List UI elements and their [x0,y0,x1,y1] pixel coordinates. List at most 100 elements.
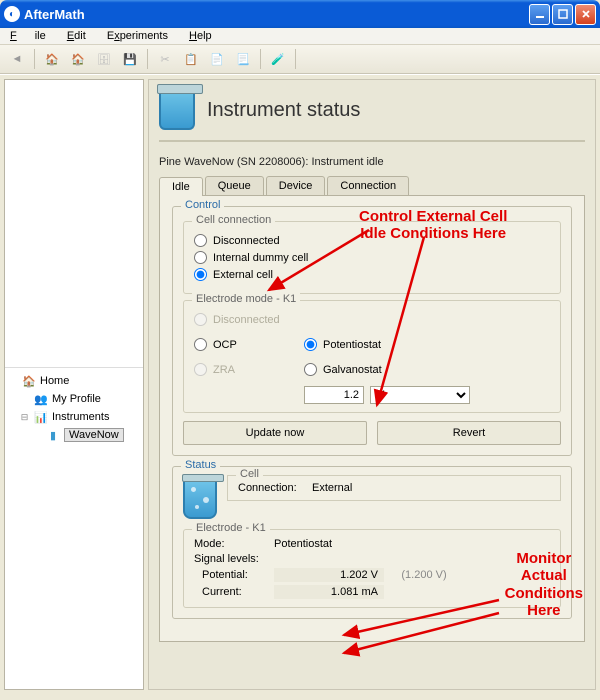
potential-target: (1.200 V) [384,569,464,581]
radio-galvanostat[interactable]: Galvanostat [304,363,550,376]
tree-upper-empty [5,80,143,368]
tab-connection[interactable]: Connection [327,176,409,195]
page-header: Instrument status [159,86,585,142]
instruments-icon: 📊 [33,409,49,425]
radio-label: Internal dummy cell [213,252,308,264]
radio-label: Potentiostat [323,339,381,351]
current-label: Current: [194,586,274,598]
page-title: Instrument status [207,99,360,122]
revert-button[interactable]: Revert [377,421,561,445]
radio-label: Galvanostat [323,364,382,376]
mode-value: Potentiostat [274,538,464,550]
tab-device[interactable]: Device [266,176,326,195]
setpoint-unit-select[interactable]: V [370,386,470,404]
potential-label: Potential: [194,569,274,581]
status-group: Status Cell Connection: External [172,466,572,619]
beaker-icon [159,90,195,130]
profile-icon: 👥 [33,391,49,407]
radio-label: Disconnected [213,235,280,247]
status-electrode-legend: Electrode - K1 [192,522,270,534]
radio-label: OCP [213,339,237,351]
mode-label: Mode: [194,538,274,550]
back-button[interactable]: ◄ [6,48,28,70]
main-panel: Instrument status Pine WaveNow (SN 22080… [148,79,596,690]
instrument-status-line: Pine WaveNow (SN 2208006): Instrument id… [159,156,585,168]
toolbar: ◄ 🏠 🏠 🗄 💾 ✂ 📋 📄 📃 🧪 [0,45,600,74]
copy-icon[interactable]: 📋 [180,48,202,70]
tab-idle[interactable]: Idle [159,177,203,196]
beaker-icon: ▮ [45,427,61,443]
menu-experiments[interactable]: Experiments [107,30,168,42]
electrode-mode-legend: Electrode mode - K1 [192,293,300,305]
electrode-mode-group: Electrode mode - K1 Disconnected OCP [183,300,561,413]
status-cell-box: Cell Connection: External [227,475,561,501]
beaker-icon [183,479,217,519]
radio-external-cell[interactable]: External cell [194,268,550,281]
radio-zra: ZRA [194,363,304,376]
connection-value: External [312,482,352,494]
db-icon[interactable]: 🗄 [93,48,115,70]
update-now-button[interactable]: Update now [183,421,367,445]
control-legend: Control [181,199,224,211]
status-electrode-box: Electrode - K1 Mode: Potentiostat Signal… [183,529,561,608]
home-star-icon[interactable]: 🏠 [67,48,89,70]
cell-connection-group: Cell connection Disconnected Internal du… [183,221,561,294]
radio-input[interactable] [304,363,317,376]
menu-help[interactable]: Help [189,30,212,42]
radio-potentiostat[interactable]: Potentiostat [304,338,550,351]
status-cell-legend: Cell [236,468,263,480]
menu-edit[interactable]: Edit [67,30,86,42]
tree-label: Instruments [52,411,109,423]
tree-label: My Profile [52,393,101,405]
app-icon: ◐ [4,6,20,22]
radio-label: Disconnected [213,314,280,326]
maximize-button[interactable] [552,4,573,25]
tree-label: Home [40,375,69,387]
tree-home[interactable]: 🏠 Home [7,372,141,390]
paste-icon[interactable]: 📄 [206,48,228,70]
tree-my-profile[interactable]: 👥 My Profile [7,390,141,408]
control-group: Control Cell connection Disconnected Int… [172,206,572,456]
radio-input[interactable] [194,251,207,264]
radio-input[interactable] [304,338,317,351]
status-legend: Status [181,459,220,471]
radio-input [194,363,207,376]
menu-bar: File Edit Experiments Help [0,28,600,45]
radio-input[interactable] [194,268,207,281]
tab-bar: Idle Queue Device Connection [159,176,585,196]
radio-input[interactable] [194,234,207,247]
minimize-button[interactable] [529,4,550,25]
menu-file[interactable]: File [10,30,46,42]
current-value: 1.081 mA [274,585,384,599]
radio-input[interactable] [194,338,207,351]
tree-label: WaveNow [64,428,124,442]
run-icon[interactable]: 🧪 [267,48,289,70]
tree-panel: 🏠 Home 👥 My Profile ⊟ 📊 Instruments ▮ Wa… [4,79,144,690]
radio-e-disconnected: Disconnected [194,313,304,326]
home-icon: 🏠 [21,373,37,389]
collapse-icon[interactable]: ⊟ [19,412,30,423]
radio-label: ZRA [213,364,235,376]
cut-icon[interactable]: ✂ [154,48,176,70]
title-bar: ◐ AfterMath [0,0,600,28]
radio-ocp[interactable]: OCP [194,338,304,351]
potential-value: 1.202 V [274,568,384,582]
radio-label: External cell [213,269,273,281]
tree-instruments[interactable]: ⊟ 📊 Instruments [7,408,141,426]
radio-input [194,313,207,326]
window-title: AfterMath [24,7,85,22]
radio-disconnected[interactable]: Disconnected [194,234,550,247]
radio-internal-dummy[interactable]: Internal dummy cell [194,251,550,264]
setpoint-value-input[interactable] [304,386,364,404]
tab-panel-idle: Control Cell connection Disconnected Int… [159,196,585,642]
signal-levels-label: Signal levels: [194,553,464,565]
tab-queue[interactable]: Queue [205,176,264,195]
doc-icon[interactable]: 📃 [232,48,254,70]
tree-nav: 🏠 Home 👥 My Profile ⊟ 📊 Instruments ▮ Wa… [5,368,143,448]
connection-label: Connection: [238,482,297,494]
home-icon[interactable]: 🏠 [41,48,63,70]
save-icon[interactable]: 💾 [119,48,141,70]
cell-connection-legend: Cell connection [192,214,275,226]
tree-wavenow[interactable]: ▮ WaveNow [7,426,141,444]
close-button[interactable] [575,4,596,25]
